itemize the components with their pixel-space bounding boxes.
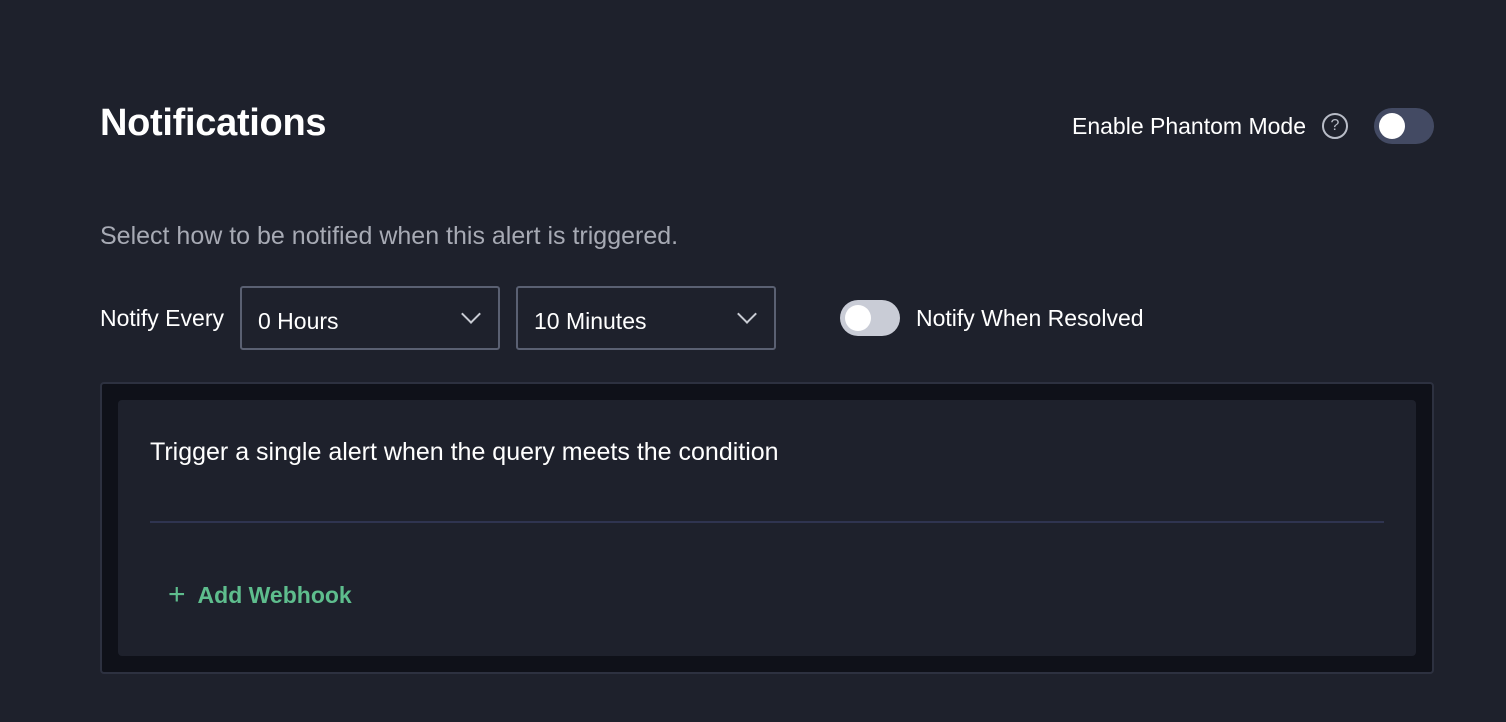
- page-subtitle: Select how to be notified when this aler…: [100, 222, 679, 250]
- notify-frequency-row: Notify Every 0 Hours 10 Minutes Notify W…: [100, 286, 1144, 350]
- phantom-mode-toggle[interactable]: [1374, 108, 1434, 144]
- notifications-page: Notifications Enable Phantom Mode ? Sele…: [0, 0, 1506, 722]
- divider: [150, 521, 1384, 523]
- minutes-select[interactable]: 10 Minutes: [515, 286, 776, 350]
- condition-card: Trigger a single alert when the query me…: [118, 400, 1416, 656]
- add-webhook-button[interactable]: + Add Webhook: [168, 580, 352, 610]
- page-title: Notifications: [100, 102, 327, 144]
- notify-when-resolved-toggle[interactable]: [839, 300, 900, 336]
- phantom-mode-label: Enable Phantom Mode: [1072, 112, 1306, 139]
- question-circle-icon[interactable]: ?: [1322, 113, 1348, 139]
- notify-every-label: Notify Every: [100, 304, 224, 331]
- chevron-down-icon: [737, 304, 757, 324]
- condition-title: Trigger a single alert when the query me…: [150, 438, 779, 466]
- plus-icon: +: [168, 578, 186, 611]
- phantom-mode-control: Enable Phantom Mode ?: [1072, 108, 1434, 144]
- hours-select[interactable]: 0 Hours: [239, 286, 500, 350]
- minutes-select-value: 10 Minutes: [533, 307, 647, 334]
- notify-when-resolved-label: Notify When Resolved: [915, 304, 1144, 331]
- toggle-knob: [844, 305, 871, 331]
- toggle-knob: [1379, 113, 1405, 139]
- condition-container: Trigger a single alert when the query me…: [100, 382, 1434, 674]
- add-webhook-label: Add Webhook: [197, 581, 352, 608]
- hours-select-value: 0 Hours: [257, 307, 339, 334]
- chevron-down-icon: [461, 304, 481, 324]
